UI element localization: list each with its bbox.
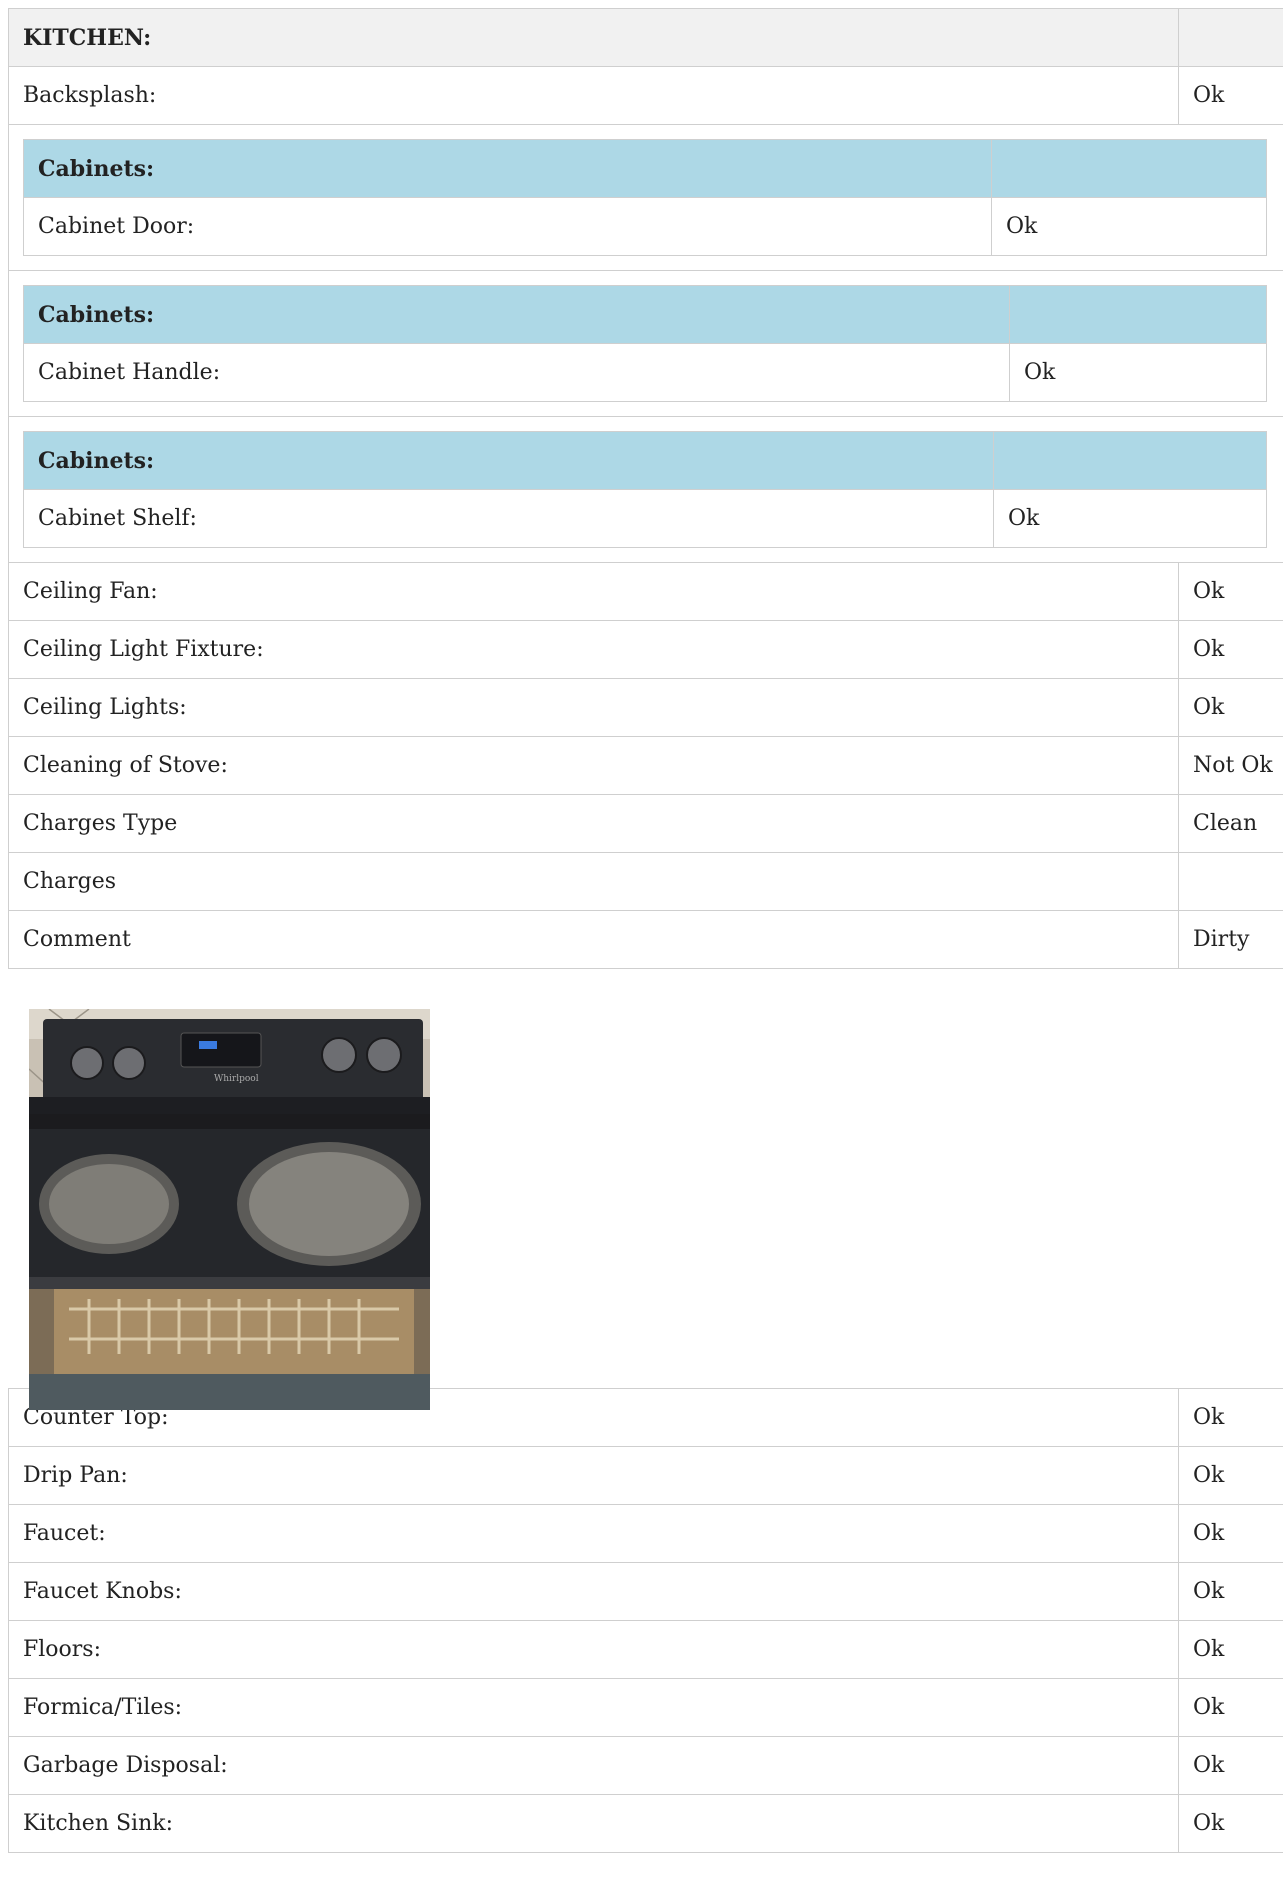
row-value: Dirty [1178, 910, 1283, 969]
row-label: Ceiling Lights: [8, 678, 1179, 737]
row-value: Ok [1178, 562, 1283, 621]
table-row: Floors: Ok [8, 1620, 1283, 1679]
table-row: Kitchen Sink: Ok [8, 1794, 1283, 1853]
row-value: Ok [993, 489, 1267, 548]
row-value: Ok [1178, 1388, 1283, 1447]
row-value: Ok [1178, 1562, 1283, 1621]
row-label: Faucet: [8, 1504, 1179, 1563]
table-row: Ceiling Light Fixture: Ok [8, 620, 1283, 679]
cabinet-group-row: Cabinets: Cabinet Shelf: Ok [8, 416, 1283, 563]
inspection-report: KITCHEN: Backsplash: Ok Cabinets: Cabine… [8, 8, 1283, 1853]
row-value: Ok [1178, 1446, 1283, 1505]
row-label: Comment [8, 910, 1179, 969]
row-label: Cabinet Door: [23, 197, 992, 256]
row-value: Not Ok [1178, 736, 1283, 795]
brand-mark: Whirlpool [214, 1074, 259, 1084]
row-value: Ok [1178, 1620, 1283, 1679]
cabinet-subtable: Cabinets: Cabinet Shelf: Ok [23, 431, 1267, 548]
row-value: Ok [1009, 343, 1267, 402]
cabinet-subtable: Cabinets: Cabinet Door: Ok [23, 139, 1267, 256]
subtable-header: Cabinets: [23, 139, 992, 198]
table-row: Comment Dirty [8, 910, 1283, 969]
table-row: Cleaning of Stove: Not Ok [8, 736, 1283, 795]
row-label: Kitchen Sink: [8, 1794, 1179, 1853]
table-row: Formica/Tiles: Ok [8, 1678, 1283, 1737]
table-row: Faucet Knobs: Ok [8, 1562, 1283, 1621]
table-row: Garbage Disposal: Ok [8, 1736, 1283, 1795]
row-value: Ok [991, 197, 1267, 256]
row-value: Ok [1178, 678, 1283, 737]
row-label: Cabinet Shelf: [23, 489, 994, 548]
cabinet-group-row: Cabinets: Cabinet Handle: Ok [8, 270, 1283, 417]
row-value: Ok [1178, 1736, 1283, 1795]
section-title: KITCHEN: [8, 8, 1179, 67]
table-row: Drip Pan: Ok [8, 1446, 1283, 1505]
stove-photo[interactable]: Whirlpool [29, 1009, 430, 1410]
row-value: Ok [1178, 620, 1283, 679]
cabinet-subtable: Cabinets: Cabinet Handle: Ok [23, 285, 1267, 402]
cabinet-group-row: Cabinets: Cabinet Door: Ok [8, 124, 1283, 271]
row-label: Formica/Tiles: [8, 1678, 1179, 1737]
photo-row: Whirlpool [9, 969, 1283, 1410]
table-row: Charges Type Clean [8, 794, 1283, 853]
row-value: Clean [1178, 794, 1283, 853]
row-label: Cabinet Handle: [23, 343, 1010, 402]
row-value: Ok [1178, 1794, 1283, 1853]
table-row: Faucet: Ok [8, 1504, 1283, 1563]
row-label: Backsplash: [8, 66, 1179, 125]
table-row: Ceiling Lights: Ok [8, 678, 1283, 737]
row-label: Drip Pan: [8, 1446, 1179, 1505]
table-row: Backsplash: Ok [8, 66, 1283, 125]
row-label: Ceiling Light Fixture: [8, 620, 1179, 679]
row-label: Floors: [8, 1620, 1179, 1679]
kitchen-table: KITCHEN: Backsplash: Ok Cabinets: Cabine… [8, 8, 1283, 1853]
row-label: Charges Type [8, 794, 1179, 853]
subtable-header: Cabinets: [23, 431, 994, 490]
row-label: Faucet Knobs: [8, 1562, 1179, 1621]
row-value: Ok [1178, 1504, 1283, 1563]
section-header-row: KITCHEN: [8, 8, 1283, 67]
subtable-header: Cabinets: [23, 285, 1010, 344]
section-title-value [1178, 8, 1283, 67]
table-row: Charges [8, 852, 1283, 911]
row-label: Charges [8, 852, 1179, 911]
row-value: Ok [1178, 1678, 1283, 1737]
row-label: Ceiling Fan: [8, 562, 1179, 621]
row-label: Cleaning of Stove: [8, 736, 1179, 795]
row-value [1178, 852, 1283, 911]
row-value: Ok [1178, 66, 1283, 125]
table-row: Ceiling Fan: Ok [8, 562, 1283, 621]
row-label: Garbage Disposal: [8, 1736, 1179, 1795]
